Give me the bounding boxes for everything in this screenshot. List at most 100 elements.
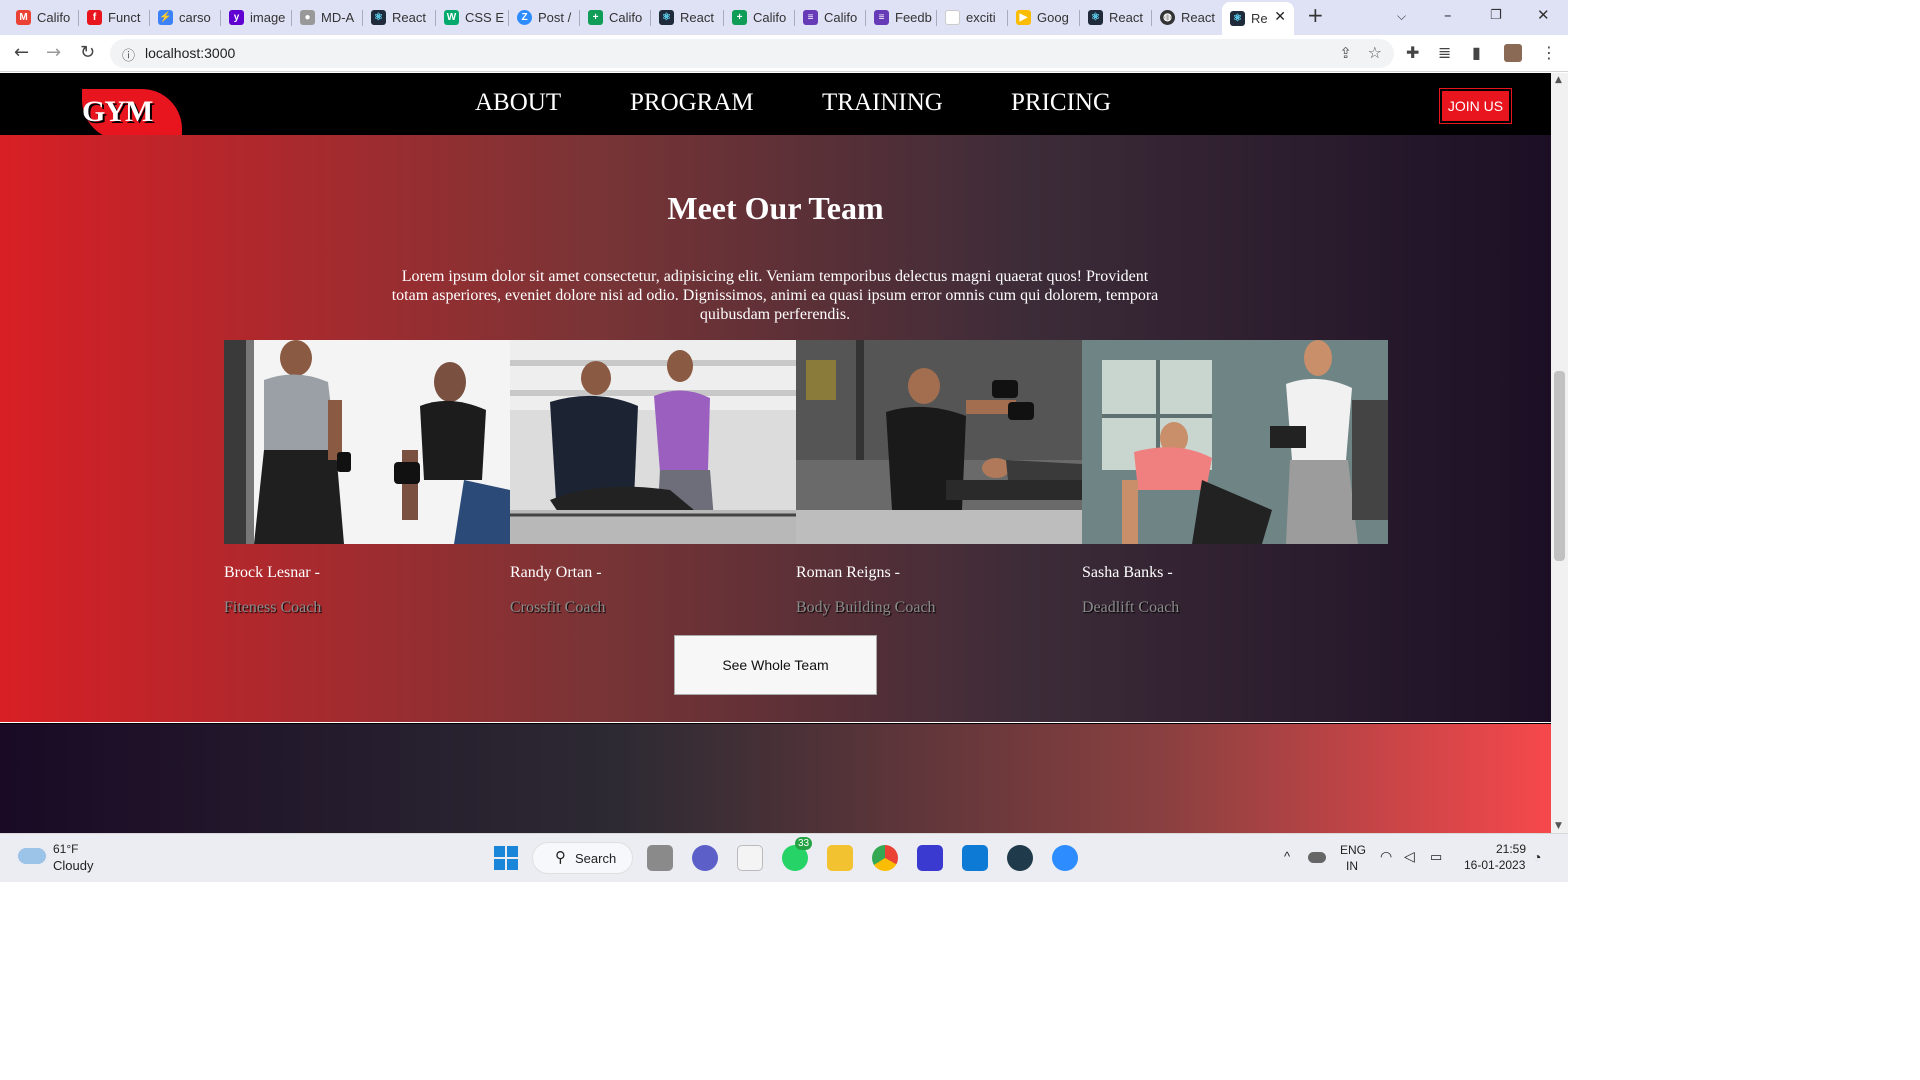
battery-icon[interactable]: ▭ [1430, 849, 1442, 865]
member-name-4: Sasha Banks - [1082, 564, 1173, 581]
search-label: Search [575, 851, 617, 866]
site-logo[interactable]: GYM [82, 89, 182, 140]
browser-tab[interactable]: ≡ Califo [795, 4, 866, 31]
bookmark-star-icon[interactable]: ☆ [1368, 43, 1382, 62]
back-icon[interactable]: ← [14, 42, 29, 63]
microsoft-store-icon[interactable] [737, 845, 763, 871]
notifications-icon[interactable]: ◔ [1533, 849, 1541, 865]
scroll-up-arrow-icon[interactable]: ▲ [1555, 75, 1562, 85]
vscode-icon[interactable] [962, 845, 988, 871]
member-role-3: Body Building Coach [796, 599, 936, 616]
site-info-icon[interactable]: ⓘ [122, 45, 135, 64]
wifi-icon[interactable]: ◠ [1380, 848, 1392, 865]
site-navbar: GYM ABOUT PROGRAM TRAINING PRICING JOIN … [0, 73, 1551, 140]
browser-tab[interactable]: ⚡ carso [150, 4, 221, 31]
nav-link-pricing[interactable]: PRICING [1011, 89, 1111, 117]
scroll-down-arrow-icon[interactable]: ▼ [1555, 821, 1562, 831]
clock-date[interactable]: 16-01-2023 [1464, 858, 1525, 872]
region-indicator[interactable]: IN [1346, 859, 1358, 873]
function-icon: f [87, 10, 102, 25]
member-name-3: Roman Reigns - [796, 564, 900, 581]
browser-tab[interactable]: + Califo [724, 4, 795, 31]
side-panel-icon[interactable]: ▮ [1472, 43, 1481, 62]
globe-icon: ◍ [1160, 10, 1175, 25]
chrome-icon[interactable] [872, 845, 898, 871]
browser-menu-icon[interactable]: ⋮ [1541, 43, 1557, 62]
onedrive-cloud-icon[interactable] [1308, 852, 1326, 863]
browser-tab[interactable]: ≡ Feedb [866, 4, 937, 31]
share-icon[interactable]: ⇪ [1339, 44, 1352, 62]
meet-icon: ▶ [1016, 10, 1031, 25]
close-tab-icon[interactable]: ✕ [1274, 8, 1286, 25]
reload-icon[interactable]: ↻ [80, 42, 95, 63]
forward-icon[interactable]: → [46, 42, 61, 63]
search-icon: ⚲ [555, 848, 566, 866]
profile-avatar[interactable] [1504, 44, 1522, 62]
windows-start-icon[interactable] [493, 845, 519, 871]
tab-search-chevron-icon[interactable]: ⌵ [1397, 9, 1406, 24]
member-role-2: Crossfit Coach [510, 599, 606, 616]
blank-page-icon [945, 10, 960, 25]
whatsapp-icon[interactable]: 33 [782, 837, 813, 871]
browser-tab[interactable]: y image [221, 4, 292, 31]
form-icon: ≡ [803, 10, 818, 25]
file-explorer-icon[interactable] [827, 845, 853, 871]
react-icon: ⚛ [1088, 10, 1103, 25]
zoom-z-icon: Z [517, 10, 532, 25]
browser-tab[interactable]: W CSS E [436, 4, 509, 31]
weather-description[interactable]: Cloudy [53, 858, 93, 873]
browser-tab[interactable]: ▶ Goog [1008, 4, 1080, 31]
restore-icon[interactable]: ❐ [1490, 8, 1502, 23]
chat-icon[interactable] [692, 845, 718, 871]
app-icon[interactable] [1007, 845, 1033, 871]
volume-icon[interactable]: ◁ [1404, 848, 1415, 865]
windows-taskbar: 61°F Cloudy ⚲ Search 33 ^ ENG IN ◠ ◁ ▭ 2… [0, 833, 1568, 882]
github-icon: ● [300, 10, 315, 25]
react-icon: ⚛ [659, 10, 674, 25]
form-icon: ≡ [874, 10, 889, 25]
see-whole-team-button[interactable]: See Whole Team [674, 635, 877, 695]
page-scrollbar[interactable]: ▲ ▼ [1551, 73, 1568, 833]
show-hidden-icons-chevron-icon[interactable]: ^ [1284, 849, 1290, 864]
media-playlist-icon[interactable]: ≣ [1438, 43, 1451, 62]
browser-tab[interactable]: f Funct [79, 4, 150, 31]
section-title: Meet Our Team [667, 190, 884, 226]
browser-tab[interactable]: Z Post / [509, 4, 580, 31]
url-text[interactable]: localhost:3000 [145, 45, 235, 61]
member-role-1: Fiteness Coach [224, 599, 322, 616]
close-window-icon[interactable]: ✕ [1537, 6, 1550, 24]
gym-cycling-illustration [510, 340, 796, 544]
browser-tab[interactable]: ● MD-A [292, 4, 363, 31]
nav-link-about[interactable]: ABOUT [475, 89, 561, 117]
trainer-with-clipboard-illustration [1082, 340, 1388, 544]
nav-link-program[interactable]: PROGRAM [630, 89, 754, 117]
address-bar[interactable]: ⓘ localhost:3000 ⇪ ☆ [110, 39, 1394, 68]
clock-time[interactable]: 21:59 [1496, 842, 1526, 856]
taskbar-search-box[interactable]: ⚲ Search [532, 842, 633, 874]
member-role-4: Deadlift Coach [1082, 599, 1180, 616]
team-photo-1 [224, 340, 510, 544]
weather-temperature[interactable]: 61°F [53, 842, 78, 856]
minimize-icon[interactable]: – [1444, 6, 1452, 24]
nav-link-training[interactable]: TRAINING [822, 89, 943, 117]
browser-tab[interactable]: exciti [937, 4, 1008, 31]
browser-tab[interactable]: ⚛ React [651, 4, 724, 31]
zoom-icon[interactable] [1052, 845, 1078, 871]
browser-tab[interactable]: M Califo [8, 4, 79, 31]
browser-tab[interactable]: ⚛ React [363, 4, 436, 31]
new-tab-icon[interactable]: + [1307, 3, 1324, 27]
browser-tab[interactable]: ⚛ React [1080, 4, 1152, 31]
browser-tab[interactable]: + Califo [580, 4, 651, 31]
language-indicator[interactable]: ENG [1340, 843, 1366, 857]
browser-tab-active[interactable]: ⚛ Re ✕ [1222, 2, 1294, 35]
browser-tab[interactable]: ◍ React [1152, 4, 1222, 31]
react-icon: ⚛ [1230, 11, 1245, 26]
gmail-icon: M [16, 10, 31, 25]
cloudy-weather-icon[interactable] [18, 848, 46, 864]
app-icon[interactable] [917, 845, 943, 871]
join-us-button[interactable]: JOIN US [1439, 88, 1512, 124]
task-view-icon[interactable] [647, 845, 673, 871]
extensions-icon[interactable]: ✚ [1406, 43, 1419, 62]
scrollbar-thumb[interactable] [1554, 371, 1565, 561]
yahoo-icon: y [229, 10, 244, 25]
